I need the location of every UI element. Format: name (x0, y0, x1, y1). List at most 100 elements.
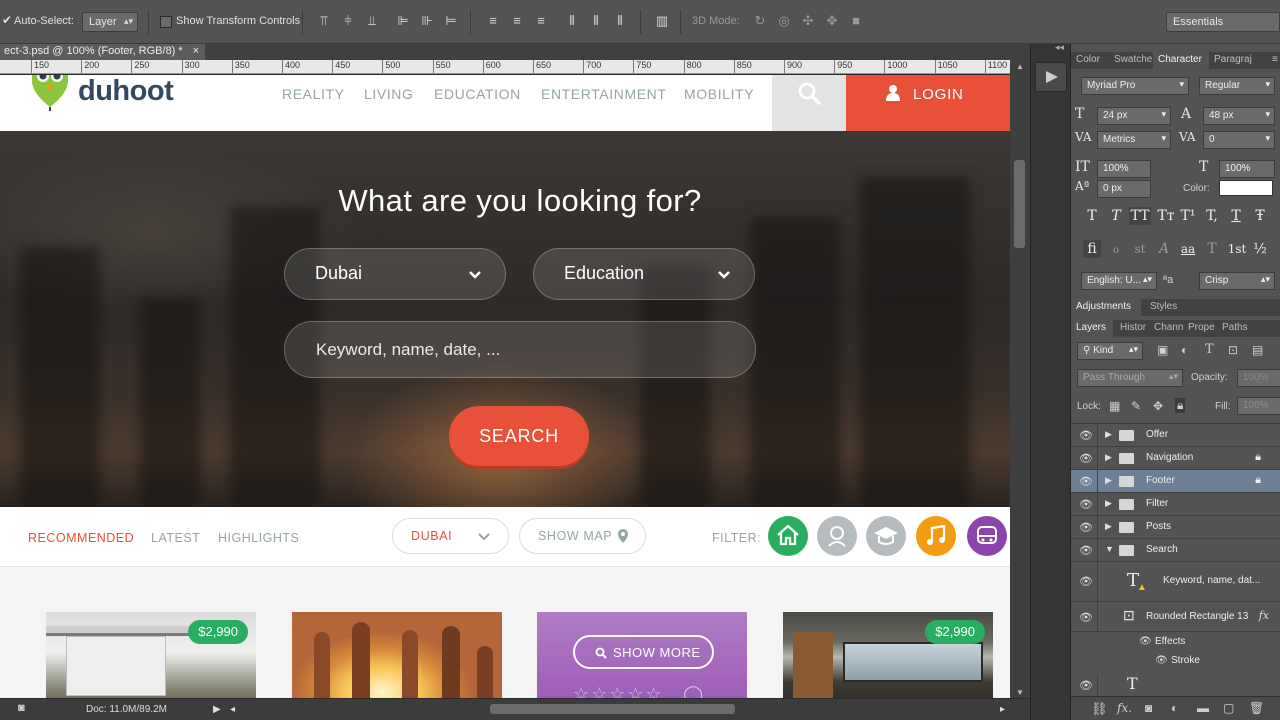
3d-rotate-icon[interactable]: ↻ (752, 13, 768, 29)
collapse-arrow-icon[interactable]: ▼ (1105, 544, 1114, 554)
status-menu-icon[interactable]: ▶ (213, 704, 221, 715)
antialias-dropdown[interactable]: Crisp ▴▾ (1199, 272, 1275, 290)
canvas[interactable]: duhoot REALITY LIVING EDUCATION ENTERTAI… (0, 75, 1010, 698)
ligatures-button[interactable]: fi (1083, 240, 1101, 258)
city-select[interactable]: Dubai (284, 248, 506, 300)
new-layer-icon[interactable]: ▢ (1223, 701, 1234, 715)
layer-row-rounded-rectangle[interactable]: 👁︎ ⊡ Rounded Rectangle 13 fx (1071, 602, 1280, 632)
ordinals-button[interactable]: 1st (1225, 240, 1249, 258)
blend-mode-dropdown[interactable]: Pass Through ▴▾ (1077, 369, 1183, 387)
strikethrough-button[interactable]: Ŧ (1251, 207, 1269, 225)
visibility-eye-icon[interactable]: 👁︎ (1079, 521, 1093, 534)
location-dropdown[interactable]: DUBAI (392, 518, 509, 554)
faux-italic-button[interactable]: T (1107, 207, 1125, 225)
adjustment-filter-icon[interactable]: ◐ (1181, 343, 1188, 357)
nav-link-education[interactable]: EDUCATION (434, 86, 521, 102)
close-icon[interactable]: × (193, 45, 199, 57)
distribute-vcenter-icon[interactable]: ≡ (509, 13, 525, 29)
3d-drag-icon[interactable]: ✣ (800, 13, 816, 29)
scroll-right-icon[interactable]: ▸ (1000, 704, 1005, 715)
vertical-scale-field[interactable]: 100% (1097, 160, 1151, 178)
vertical-scroll-thumb[interactable] (1014, 160, 1025, 248)
move-tool-checkbox-icon[interactable]: ✔ (2, 13, 12, 27)
expand-arrow-icon[interactable]: ▶ (1105, 521, 1112, 532)
filter-music-button[interactable] (916, 516, 956, 556)
add-mask-icon[interactable]: ◙ (1145, 701, 1152, 715)
old-style-button[interactable]: ℴ (1107, 240, 1125, 258)
collapse-icon[interactable]: ◂◂ (1055, 42, 1064, 53)
align-vcenter-icon[interactable]: ⫩ (340, 13, 356, 29)
visibility-eye-icon[interactable]: 👁︎ (1079, 679, 1093, 692)
tab-latest[interactable]: LATEST (151, 531, 200, 545)
visibility-eye-icon[interactable]: 👁︎ (1079, 498, 1093, 511)
titling-button[interactable]: T (1203, 240, 1221, 258)
nav-link-mobility[interactable]: MOBILITY (684, 86, 754, 102)
3d-camera-icon[interactable]: ■ (848, 13, 864, 29)
layer-row-posts[interactable]: 👁︎ ▶ Posts (1071, 516, 1280, 539)
horizontal-scroll-thumb[interactable] (490, 704, 735, 714)
panel-menu-icon[interactable]: ≡ (1267, 52, 1280, 69)
nav-link-reality[interactable]: REALITY (282, 86, 345, 102)
tab-character[interactable]: Character (1153, 52, 1209, 69)
layer-row-footer[interactable]: 👁︎ ▶ Footer 🔒︎ (1071, 470, 1280, 493)
align-bottom-icon[interactable]: ⫫ (364, 13, 380, 29)
visibility-eye-icon[interactable]: 👁︎ (1079, 429, 1093, 442)
align-hcenter-icon[interactable]: ⊪ (419, 13, 435, 29)
discretionary-ligature-button[interactable]: st (1131, 240, 1149, 258)
visibility-eye-icon[interactable]: 👁︎ (1155, 655, 1168, 666)
logo-text[interactable]: duhoot (78, 75, 174, 108)
tab-paragraph[interactable]: Paragraj (1209, 52, 1265, 69)
post-card[interactable] (292, 612, 502, 698)
lock-transparent-icon[interactable]: ▦ (1109, 399, 1120, 413)
font-style-dropdown[interactable]: Regular ▾ (1199, 77, 1275, 95)
workspace-dropdown[interactable]: Essentials (1166, 12, 1280, 32)
filter-home-button[interactable] (768, 516, 808, 556)
stroke-effect-row[interactable]: 👁︎ Stroke (1071, 651, 1280, 671)
auto-select-dropdown[interactable]: Layer ▴▾ (82, 12, 138, 32)
vertical-scrollbar[interactable]: ▲ ▼ (1010, 60, 1030, 700)
auto-align-icon[interactable]: ▥ (654, 13, 670, 29)
expand-arrow-icon[interactable]: ▶ (1105, 429, 1112, 440)
kerning-field[interactable]: Metrics ▾ (1097, 131, 1171, 149)
align-top-icon[interactable]: ⫪ (316, 13, 332, 29)
expand-arrow-icon[interactable]: ▶ (1105, 452, 1112, 463)
lock-position-icon[interactable]: ✥ (1153, 399, 1163, 413)
leading-field[interactable]: 48 px ▾ (1203, 107, 1275, 125)
font-size-field[interactable]: 24 px ▾ (1097, 107, 1171, 125)
language-dropdown[interactable]: English: U... ▴▾ (1081, 272, 1157, 290)
shape-filter-icon[interactable]: ⊡ (1228, 343, 1238, 357)
transform-controls-checkbox[interactable] (160, 16, 172, 28)
layer-row-partial[interactable]: 👁︎ T (1071, 674, 1280, 697)
filter-transport-button[interactable] (967, 516, 1007, 556)
baseline-shift-field[interactable]: 0 px (1097, 180, 1151, 198)
stylistic-alternates-button[interactable]: aa (1177, 240, 1199, 258)
layer-row-search[interactable]: 👁︎ ▼ Search (1071, 539, 1280, 562)
tab-color[interactable]: Color (1071, 52, 1109, 69)
pixel-filter-icon[interactable]: ▣ (1157, 343, 1168, 357)
swash-button[interactable]: A (1155, 240, 1173, 258)
keyword-input[interactable]: Keyword, name, date, ... (284, 321, 756, 378)
align-left-icon[interactable]: ⊫ (395, 13, 411, 29)
distribute-left-icon[interactable]: ⫴ (564, 13, 580, 29)
post-card[interactable]: $2,990 (46, 612, 256, 698)
login-button[interactable]: LOGIN (846, 75, 1010, 131)
3d-slide-icon[interactable]: ✥ (824, 13, 840, 29)
distribute-hcenter-icon[interactable]: ⫴ (588, 13, 604, 29)
text-color-swatch[interactable] (1219, 180, 1273, 196)
faux-bold-button[interactable]: T (1083, 207, 1101, 225)
type-filter-icon[interactable]: T (1205, 342, 1214, 357)
visibility-eye-icon[interactable]: 👁︎ (1079, 611, 1093, 624)
layer-row-navigation[interactable]: 👁︎ ▶ Navigation 🔒︎ (1071, 447, 1280, 470)
small-caps-button[interactable]: Tт (1155, 207, 1177, 225)
layer-row-keyword-text[interactable]: 👁︎ T ▲ Keyword, name, dat... (1071, 562, 1280, 602)
link-layers-icon[interactable]: ⛓︎ (1091, 701, 1108, 717)
nav-search-button[interactable] (772, 75, 846, 131)
3d-roll-icon[interactable]: ◎ (776, 13, 792, 29)
visibility-eye-icon[interactable]: 👁︎ (1079, 452, 1093, 465)
filter-education-button[interactable] (866, 516, 906, 556)
opacity-field[interactable]: 100% (1237, 369, 1280, 387)
category-select[interactable]: Education (533, 248, 755, 300)
document-tab[interactable]: ect-3.psd @ 100% (Footer, RGB/8) * × (0, 44, 205, 60)
delete-layer-icon[interactable]: 🗑︎ (1249, 701, 1264, 715)
tab-layers[interactable]: Layers (1071, 320, 1113, 337)
